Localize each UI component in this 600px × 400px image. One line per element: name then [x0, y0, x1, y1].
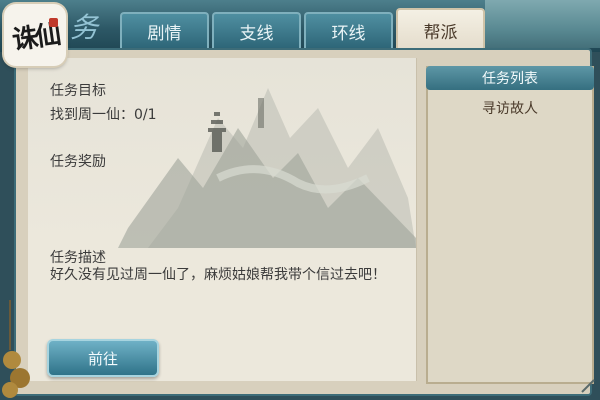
mission-goal-label: 任务目标 — [50, 83, 106, 99]
mission-description-text: 好久没有见过周一仙了，麻烦姑娘帮我带个信过去吧！ — [50, 267, 386, 283]
bell-ornament-icon — [2, 300, 30, 398]
mission-description-label: 任务描述 — [50, 250, 106, 266]
tab-label: 支线 — [239, 23, 274, 44]
go-button-label: 前往 — [87, 349, 118, 368]
tab-guild[interactable]: 帮派 — [396, 8, 485, 50]
task-list-header: 任务列表 — [426, 66, 594, 90]
mission-detail: 任务目标 找到周一仙：0/1 任务奖励 任务描述 好久没有见过周一仙了，麻烦姑娘… — [28, 58, 417, 381]
tab-story[interactable]: 剧情 — [120, 12, 209, 48]
tab-side[interactable]: 支线 — [212, 12, 301, 48]
logo-seal — [49, 18, 58, 27]
go-button[interactable]: 前往 — [47, 339, 159, 377]
tab-label: 帮派 — [423, 22, 458, 43]
mission-reward-label: 任务奖励 — [50, 154, 106, 170]
tab-label: 环线 — [331, 23, 366, 44]
tab-label: 剧情 — [147, 23, 182, 44]
task-list-item[interactable]: 寻访故人 — [426, 98, 594, 118]
scenery-decoration — [485, 0, 600, 48]
tab-loop[interactable]: 环线 — [304, 12, 393, 48]
title-ornament: 务 — [70, 11, 99, 44]
game-logo: 诛仙 — [4, 4, 66, 66]
close-corner-icon — [581, 379, 595, 393]
mission-goal-progress: 找到周一仙：0/1 — [50, 107, 157, 123]
